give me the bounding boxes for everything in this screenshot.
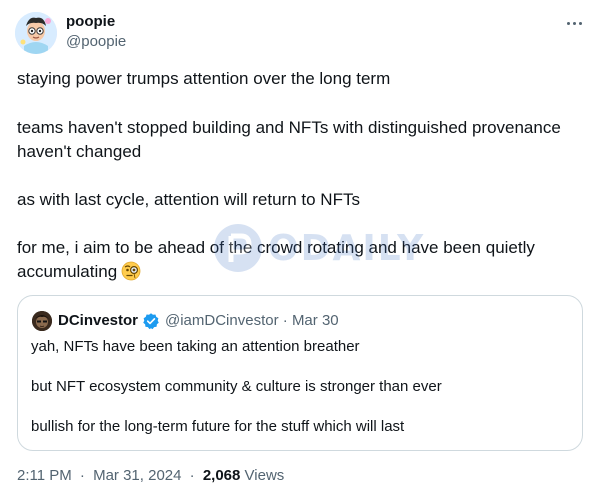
views-label: Views	[244, 467, 285, 484]
views-count: 2,068	[202, 467, 241, 484]
quoted-author-display-name[interactable]: DCinvestor	[58, 312, 138, 329]
quoted-text-line: but NFT ecosystem community & culture is…	[31, 378, 442, 395]
quoted-text-line: yah, NFTs have been taking an attention …	[31, 338, 360, 355]
tweet-time[interactable]: 2:11 PM	[17, 467, 72, 484]
quoted-author-handle[interactable]: @iamDCinvestor	[165, 312, 279, 329]
quoted-tweet-date[interactable]: Mar 30	[292, 312, 339, 329]
quoted-author-avatar[interactable]	[32, 311, 52, 331]
tweet-date[interactable]: Mar 31, 2024	[93, 467, 181, 484]
tweet-card: poopie @poopie staying power trumps atte…	[0, 0, 600, 500]
more-options-button[interactable]	[561, 10, 587, 36]
tweet-text-segment: accumulating	[17, 262, 118, 281]
quoted-avatar-illustration	[32, 311, 52, 331]
quoted-meta-separator: ·	[282, 312, 288, 329]
tweet-meta: 2:11 PM · Mar 31, 2024 · 2,068 Views	[17, 467, 284, 484]
tweet-text-line: staying power trumps attention over the …	[17, 69, 391, 88]
meta-separator: ·	[189, 467, 195, 484]
tweet-text-line-last: accumulating	[17, 260, 141, 284]
author-avatar[interactable]	[15, 12, 57, 54]
tweet-text-line: haven't changed	[17, 142, 142, 161]
quoted-author-meta: @iamDCinvestor · Mar 30	[165, 312, 339, 329]
author-handle[interactable]: @poopie	[66, 33, 126, 50]
face-with-monocle-icon	[121, 261, 141, 281]
tweet-text-line: teams haven't stopped building and NFTs …	[17, 118, 561, 137]
meta-separator: ·	[79, 467, 85, 484]
tweet-text-line: for me, i aim to be ahead of the crowd r…	[17, 238, 535, 257]
tweet-text-line: as with last cycle, attention will retur…	[17, 190, 360, 209]
quoted-tweet[interactable]: DCinvestor @iamDCinvestor · Mar 30 yah, …	[17, 295, 583, 451]
avatar-illustration	[15, 12, 57, 54]
quoted-text-line: bullish for the long-term future for the…	[31, 418, 405, 435]
verified-badge-icon	[143, 313, 159, 330]
author-display-name[interactable]: poopie	[66, 13, 115, 30]
more-horizontal-icon	[566, 21, 570, 25]
